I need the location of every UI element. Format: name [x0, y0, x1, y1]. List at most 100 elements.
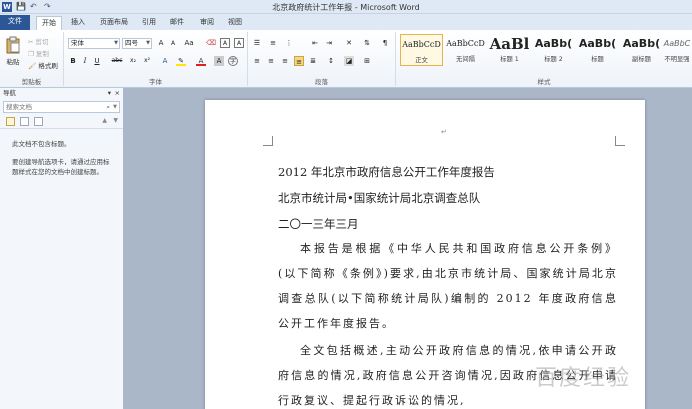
paragraph-group: ☰ ≡ ⋮ ⇤ ⇥ ✕ ⇅ ¶ ≡ ≡ ≡ ≡ ≣ ↕ ◪ ⊞ 段落: [248, 32, 396, 86]
styles-group-label: 样式: [537, 78, 551, 86]
tab-mailings[interactable]: 邮件: [166, 16, 188, 30]
char-shading-icon[interactable]: A: [214, 56, 224, 66]
chevron-down-icon: ▼: [146, 40, 150, 46]
tab-insert[interactable]: 插入: [66, 16, 90, 30]
align-center-icon[interactable]: ≡: [266, 56, 276, 66]
nav-pane-title: 导航: [3, 89, 16, 97]
numbering-icon[interactable]: ≡: [268, 38, 278, 48]
scissors-icon: ✂: [28, 38, 34, 46]
style-subtle-emphasis[interactable]: AaBbC 不明显强: [662, 34, 692, 66]
text-effects-icon[interactable]: A: [160, 56, 170, 66]
style-heading-2[interactable]: AaBb( 标题 2: [532, 34, 575, 66]
style-sample: AaBbC: [663, 39, 691, 48]
justify-icon[interactable]: ≡: [294, 56, 304, 66]
clipboard-group-label: 剪贴板: [21, 78, 42, 86]
style-label: 标题: [591, 56, 604, 63]
enclosed-char-icon[interactable]: 字: [228, 56, 238, 66]
tab-view[interactable]: 视图: [224, 16, 246, 30]
search-icon[interactable]: ⌕: [106, 102, 110, 112]
nav-pane-header: 导航 ▾ ×: [0, 88, 123, 99]
tab-file[interactable]: 文件: [0, 15, 30, 30]
report-title[interactable]: 2012 年北京市政府信息公开工作年度报告: [278, 164, 495, 180]
nav-view-tabs: ▲ ▼: [0, 115, 123, 129]
nav-pane-body: 此文档不包含标题。 要创建导航选项卡，请通过应用标题样式在您的文档中创建标题。: [0, 129, 123, 187]
ribbon: 粘贴 ✂ 剪切 ❐ 复制 🖌 格式刷 剪贴板 宋体 ▼ 四号 ▼ A A Aa ⌫ …: [0, 30, 692, 88]
align-left-icon[interactable]: ≡: [252, 56, 262, 66]
multilevel-list-icon[interactable]: ⋮: [284, 38, 294, 48]
distribute-icon[interactable]: ≣: [308, 56, 318, 66]
chevron-down-icon[interactable]: ▾: [108, 88, 111, 99]
nav-search-input[interactable]: 搜索文档 ⌕ ▼: [3, 101, 120, 113]
copy-label: 复制: [35, 50, 49, 58]
change-case-button[interactable]: Aa: [182, 38, 196, 48]
copy-button[interactable]: ❐ 复制: [28, 48, 49, 58]
style-label: 副标题: [632, 56, 651, 63]
tab-review[interactable]: 审阅: [196, 16, 218, 30]
paste-label: 粘贴: [6, 58, 20, 66]
next-icon[interactable]: ▼: [113, 117, 118, 124]
report-author[interactable]: 北京市统计局•国家统计局北京调查总队: [278, 190, 480, 206]
format-painter-button[interactable]: 🖌 格式刷: [28, 60, 58, 70]
copy-icon: ❐: [28, 50, 34, 58]
shading-icon[interactable]: ◪: [344, 56, 354, 66]
cut-label: 剪切: [35, 38, 49, 46]
tab-home[interactable]: 开始: [36, 16, 62, 30]
highlight-icon[interactable]: ✎: [176, 56, 186, 66]
underline-button[interactable]: U: [92, 56, 102, 66]
chevron-down-icon[interactable]: ▼: [113, 102, 117, 112]
line-spacing-icon[interactable]: ↕: [326, 56, 336, 66]
margin-mark: [263, 136, 273, 146]
headings-view-tab[interactable]: [6, 117, 15, 126]
previous-icon[interactable]: ▲: [102, 117, 107, 124]
document-area[interactable]: ↵ 2012 年北京市政府信息公开工作年度报告 北京市统计局•国家统计局北京调查…: [125, 88, 692, 409]
cut-button[interactable]: ✂ 剪切: [28, 36, 49, 46]
tab-page-layout[interactable]: 页面布局: [96, 16, 132, 30]
grow-font-button[interactable]: A: [156, 38, 166, 48]
style-sample: AaBb(: [622, 37, 661, 50]
subscript-button[interactable]: x₂: [128, 56, 138, 66]
paragraph-1[interactable]: 本报告是根据《中华人民共和国政府信息公开条例》(以下简称《条例》)要求,由北京市…: [278, 236, 618, 336]
sort-icon[interactable]: ⇅: [362, 38, 372, 48]
close-icon[interactable]: ×: [115, 88, 120, 99]
style-label: 正文: [415, 57, 428, 64]
enclose-char-icon[interactable]: A: [234, 38, 244, 48]
borders-icon[interactable]: ⊞: [362, 56, 372, 66]
style-no-spacing[interactable]: AaBbCcD 无间隔: [444, 34, 487, 66]
style-title[interactable]: AaBb( 标题: [576, 34, 619, 66]
report-date[interactable]: 二〇一三年三月: [278, 216, 359, 232]
paragraph-mark-icon: ↵: [441, 128, 447, 136]
document-page[interactable]: ↵ 2012 年北京市政府信息公开工作年度报告 北京市统计局•国家统计局北京调查…: [205, 100, 645, 409]
font-name-value: 宋体: [71, 39, 84, 47]
title-bar: W 💾 ↶ ↷ 北京政府统计工作年报 - Microsoft Word: [0, 0, 692, 14]
decrease-indent-icon[interactable]: ⇤: [310, 38, 320, 48]
show-marks-icon[interactable]: ¶: [380, 38, 390, 48]
pages-view-tab[interactable]: [20, 117, 29, 126]
chinese-layout-icon[interactable]: ✕: [344, 38, 354, 48]
font-name-combo[interactable]: 宋体 ▼: [68, 38, 120, 49]
paste-button[interactable]: 粘贴: [4, 36, 22, 66]
styles-group: AaBbCcD 正文 AaBbCcD 无间隔 AaBl 标题 1 AaBb( 标…: [396, 32, 692, 86]
style-normal[interactable]: AaBbCcD 正文: [400, 34, 443, 66]
style-sample: AaBbCcD: [446, 39, 485, 48]
superscript-button[interactable]: x²: [142, 56, 152, 66]
align-right-icon[interactable]: ≡: [280, 56, 290, 66]
style-sample: AaBl: [489, 35, 530, 53]
bullets-icon[interactable]: ☰: [252, 38, 262, 48]
ribbon-tabs: 文件 开始 插入 页面布局 引用 邮件 审阅 视图: [0, 14, 692, 30]
bold-button[interactable]: B: [68, 56, 78, 66]
shrink-font-button[interactable]: A: [168, 39, 178, 49]
font-color-button[interactable]: A: [196, 56, 206, 66]
char-border-icon[interactable]: A: [220, 38, 230, 48]
tab-references[interactable]: 引用: [138, 16, 160, 30]
clear-format-icon[interactable]: ⌫: [206, 38, 216, 48]
increase-indent-icon[interactable]: ⇥: [324, 38, 334, 48]
results-view-tab[interactable]: [34, 117, 43, 126]
style-subtitle[interactable]: AaBb( 副标题: [620, 34, 663, 66]
style-label: 标题 2: [544, 56, 563, 63]
font-size-value: 四号: [125, 39, 138, 47]
strikethrough-button[interactable]: abc: [110, 56, 124, 66]
window-title: 北京政府统计工作年报 - Microsoft Word: [272, 3, 420, 12]
italic-button[interactable]: I: [80, 56, 90, 66]
font-size-combo[interactable]: 四号 ▼: [122, 38, 152, 49]
style-heading-1[interactable]: AaBl 标题 1: [488, 34, 531, 66]
